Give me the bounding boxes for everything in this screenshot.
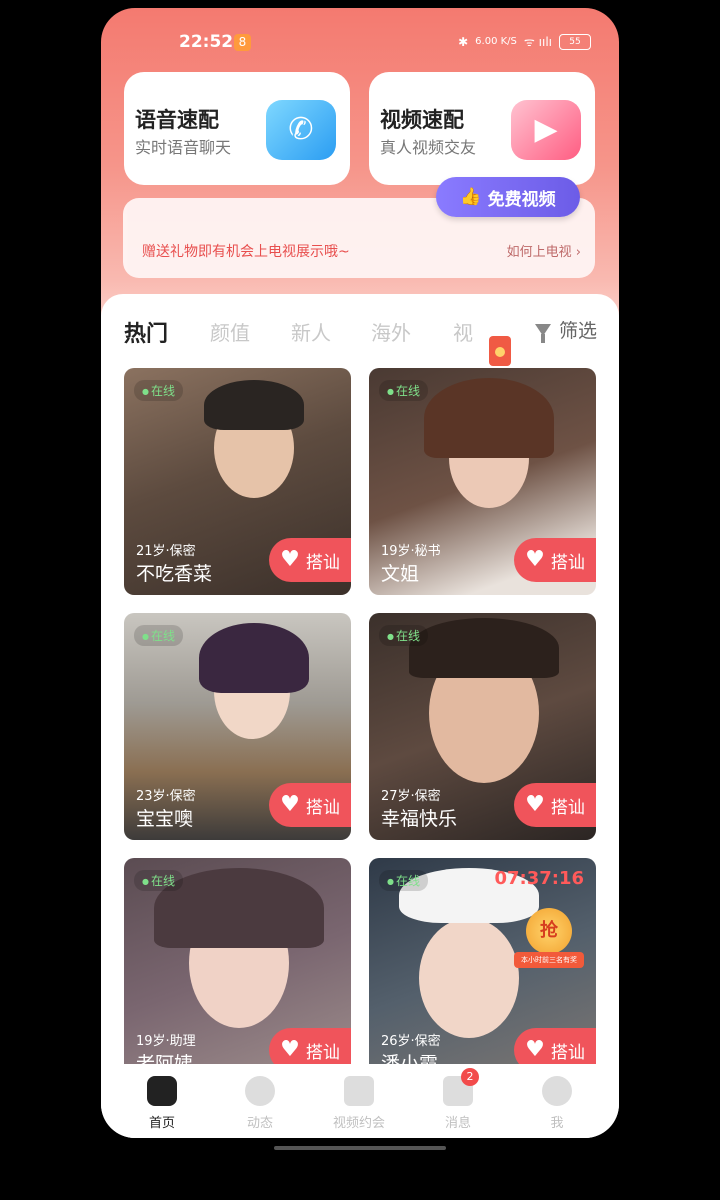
tabbar-moments[interactable]: 动态 xyxy=(220,1076,300,1131)
chat-button[interactable]: ♥ 搭讪 xyxy=(514,783,596,827)
grab-ribbon-text: 本小时前三名有奖 xyxy=(514,952,584,968)
profile-card[interactable]: 在线 19岁·助理 老阿姨 ♥ 搭讪 xyxy=(124,858,351,1085)
profile-meta: 21岁·保密 xyxy=(136,544,196,559)
online-badge: 在线 xyxy=(379,380,428,401)
profile-card[interactable]: 在线 27岁·保密 幸福快乐 ♥ 搭讪 xyxy=(369,613,596,840)
profile-meta: 26岁·保密 xyxy=(381,1034,441,1049)
tab-hot[interactable]: 热门 xyxy=(124,316,168,348)
bluetooth-icon: ✱ xyxy=(458,34,469,49)
tabbar-label: 动态 xyxy=(246,1116,273,1131)
online-badge: 在线 xyxy=(134,380,183,401)
battery-icon: 55 xyxy=(559,33,591,50)
banner-text: 赠送礼物即有机会上电视展示哦~ xyxy=(142,244,350,260)
free-video-button[interactable]: 👍 免费视频 xyxy=(436,177,580,217)
profile-card[interactable]: 在线 07:37:16 抢 本小时前三名有奖 26岁·保密 潘小霞 ♥ 搭讪 xyxy=(369,858,596,1085)
main-content: 热门 颜值 新人 海外 视 筛选 在线 21岁·保密 不吃香菜 xyxy=(101,294,619,1085)
free-video-label: 免费视频 xyxy=(487,189,556,210)
tab-looks[interactable]: 颜值 xyxy=(210,317,250,346)
phone-screen: 22:52 8 ✱ 6.00 K/S ᯤ ıılı 55 语音速配 实时语音聊天… xyxy=(101,8,619,1138)
tabbar-home[interactable]: 首页 xyxy=(122,1076,202,1131)
chat-label: 搭讪 xyxy=(550,552,585,573)
video-match-title: 视频速配 xyxy=(380,108,464,132)
heart-icon: ♥ xyxy=(280,547,300,572)
video-play-icon: ▶ xyxy=(511,100,581,160)
online-badge: 在线 xyxy=(134,625,183,646)
status-time: 22:52 xyxy=(179,32,234,52)
chat-label: 搭讪 xyxy=(550,797,585,818)
status-icons: ✱ 6.00 K/S ᯤ ıılı 55 xyxy=(458,33,591,50)
profile-meta: 19岁·秘书 xyxy=(381,544,441,559)
online-badge: 在线 xyxy=(379,870,428,891)
profile-card[interactable]: 在线 19岁·秘书 文姐 ♥ 搭讪 xyxy=(369,368,596,595)
pen-icon xyxy=(245,1076,275,1106)
tab-video[interactable]: 视 xyxy=(453,317,473,346)
thumbs-up-icon: 👍 xyxy=(460,187,482,207)
tab-overseas[interactable]: 海外 xyxy=(371,317,411,346)
profile-meta: 19岁·助理 xyxy=(136,1034,196,1049)
online-badge: 在线 xyxy=(379,625,428,646)
chat-button[interactable]: ♥ 搭讪 xyxy=(269,783,351,827)
tabbar-label: 首页 xyxy=(148,1116,175,1131)
signal-icon: ᯤ ıılı xyxy=(523,35,552,49)
tabbar-me[interactable]: 我 xyxy=(517,1076,597,1131)
profile-name: 不吃香菜 xyxy=(136,563,213,585)
heart-icon: ♥ xyxy=(280,792,300,817)
how-to-tv-link[interactable]: 如何上电视 › xyxy=(507,241,581,260)
voice-match-title: 语音速配 xyxy=(135,108,219,132)
tab-new[interactable]: 新人 xyxy=(291,317,331,346)
grab-reward-badge[interactable]: 抢 本小时前三名有奖 xyxy=(514,908,584,978)
video-match-subtitle: 真人视频交友 xyxy=(380,138,477,157)
heart-icon: ♥ xyxy=(525,1037,545,1062)
category-tabs: 热门 颜值 新人 海外 视 筛选 xyxy=(101,316,619,372)
message-icon: 2 xyxy=(443,1068,479,1106)
video-icon xyxy=(344,1076,374,1106)
profile-card[interactable]: 在线 21岁·保密 不吃香菜 ♥ 搭讪 xyxy=(124,368,351,595)
home-indicator[interactable] xyxy=(274,1146,446,1150)
profile-name: 文姐 xyxy=(381,563,420,585)
online-badge: 在线 xyxy=(134,870,183,891)
tabbar-label: 消息 xyxy=(444,1116,471,1131)
voice-match-subtitle: 实时语音聊天 xyxy=(135,138,232,157)
chat-button[interactable]: ♥ 搭讪 xyxy=(514,538,596,582)
tabbar-label: 视频约会 xyxy=(332,1116,385,1131)
chat-label: 搭讪 xyxy=(305,552,340,573)
profile-meta: 23岁·保密 xyxy=(136,789,196,804)
tabbar-video-date[interactable]: 视频约会 xyxy=(319,1076,399,1131)
grab-icon: 抢 xyxy=(526,908,572,954)
video-match-card[interactable]: 视频速配 真人视频交友 ▶ xyxy=(369,72,595,185)
profile-card[interactable]: 在线 23岁·保密 宝宝噢 ♥ 搭讪 xyxy=(124,613,351,840)
funnel-icon xyxy=(535,323,551,343)
voice-match-card[interactable]: 语音速配 实时语音聊天 ✆ xyxy=(124,72,350,185)
app-notification-icon: 8 xyxy=(234,34,251,51)
chat-button[interactable]: ♥ 搭讪 xyxy=(269,538,351,582)
heart-icon: ♥ xyxy=(525,547,545,572)
tabbar-label: 我 xyxy=(550,1116,564,1131)
home-icon xyxy=(147,1076,177,1106)
filter-label: 筛选 xyxy=(559,320,598,342)
chat-label: 搭讪 xyxy=(305,1042,340,1063)
profile-name: 宝宝噢 xyxy=(136,808,194,830)
phone-icon: ✆ xyxy=(266,100,336,160)
tabbar-messages[interactable]: 2 消息 xyxy=(418,1068,498,1131)
countdown-timer: 07:37:16 xyxy=(494,868,584,889)
chat-label: 搭讪 xyxy=(305,797,340,818)
status-bar: 22:52 8 ✱ 6.00 K/S ᯤ ıılı 55 xyxy=(101,8,619,68)
profile-name: 幸福快乐 xyxy=(381,808,458,830)
filter-button[interactable]: 筛选 xyxy=(535,316,597,343)
bottom-tab-bar: 首页 动态 视频约会 2 消息 我 xyxy=(101,1064,619,1138)
red-packet-icon[interactable] xyxy=(489,336,511,366)
profile-icon xyxy=(542,1076,572,1106)
profile-meta: 27岁·保密 xyxy=(381,789,441,804)
network-speed: 6.00 K/S xyxy=(475,35,517,47)
heart-icon: ♥ xyxy=(525,792,545,817)
heart-icon: ♥ xyxy=(280,1037,300,1062)
unread-badge: 2 xyxy=(461,1068,479,1086)
chat-label: 搭讪 xyxy=(550,1042,585,1063)
